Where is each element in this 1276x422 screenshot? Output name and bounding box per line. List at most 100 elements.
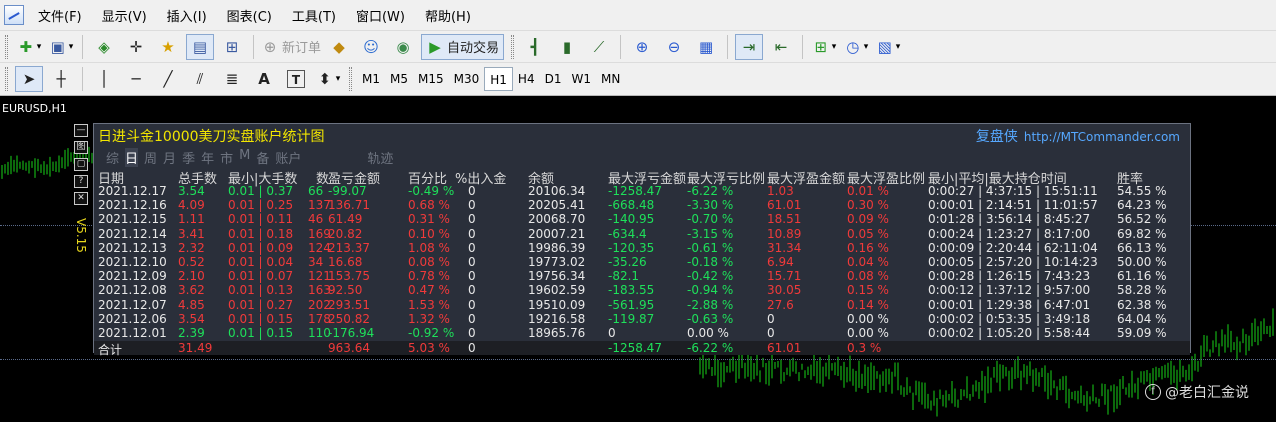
templates-button[interactable]: ▧ [874,34,902,60]
cell-pct: 1.53 % [408,297,450,312]
vertical-line-button[interactable]: │ [90,66,118,92]
tab-daily[interactable]: 日 [125,148,139,167]
indicators-button[interactable]: ⊞ [810,34,838,60]
toolbar-grip[interactable] [5,67,8,91]
cell-max-float-profit-pct: 0.01 % [847,184,889,198]
cell-balance: 20068.70 [528,212,586,227]
bar-chart-button[interactable]: ┫ [521,34,549,60]
cursor-button[interactable]: ➤ [15,66,43,92]
menu-tools[interactable]: 工具(T) [284,6,348,25]
tab-market[interactable]: 市 [220,148,233,167]
signals-button[interactable]: ☺ [357,34,385,60]
trendline-button[interactable]: ╱ [154,66,182,92]
new-order-button[interactable]: ⊕ 新订单 [261,34,321,60]
equidistant-channel-button[interactable]: ⫽ [186,66,214,92]
text-label-button[interactable]: T [282,66,310,92]
tile-windows-button[interactable]: ▦ [692,34,720,60]
tf-w1[interactable]: W1 [566,67,596,91]
tab-magic[interactable]: M [239,148,250,167]
cell-min-max: 0.01 | 0.18 [228,226,294,241]
menu-insert[interactable]: 插入(I) [159,6,219,25]
tab-monthly[interactable]: 月 [163,148,176,167]
tf-mn[interactable]: MN [596,67,625,91]
toolbar-separator [802,34,804,59]
cell-hold-time: 0:00:01 | 2:14:51 | 11:01:57 [928,198,1098,213]
line-chart-button[interactable]: ⟋ [585,34,613,60]
cell-max-float-profit: 0 [767,326,775,340]
cell-max-float-loss-pct: -6.22 % [687,184,734,198]
cell-max-float-profit: 27.6 [767,297,794,312]
cell-min-max: 0.01 | 0.07 [228,269,294,284]
tf-m5[interactable]: M5 [385,67,413,91]
arrows-button[interactable]: ⬍ [314,66,342,92]
cell-lots: 3.41 [178,226,205,241]
tf-m1[interactable]: M1 [357,67,385,91]
auto-trading-button[interactable]: ▶ 自动交易 [421,33,505,60]
minimize-icon[interactable]: — [74,124,88,137]
chart-shift-button[interactable]: ⇤ [767,34,795,60]
cell-balance: 20205.41 [528,198,586,213]
tf-h1[interactable]: H1 [484,67,513,91]
market-watch-button[interactable]: ◈ [90,34,118,60]
tf-m30[interactable]: M30 [449,67,485,91]
text-button[interactable]: A [250,66,278,92]
menu-charts[interactable]: 图表(C) [219,6,284,25]
close-icon[interactable]: ✕ [74,192,88,205]
tab-quarterly[interactable]: 季 [182,148,195,167]
tab-summary[interactable]: 综 [106,148,119,167]
tf-h4[interactable]: H4 [513,67,540,91]
strategy-tester-button[interactable]: ⊞ [218,34,246,60]
toolbar-grip[interactable] [5,34,8,59]
cell-balance: 19986.39 [528,240,586,255]
table-row: 2021.12.17 3.54 0.01 | 0.37 66 -99.07 -0.49 %… [94,184,1190,198]
menu-view[interactable]: 显示(V) [94,6,159,25]
brand-url[interactable]: http://MTCommander.com [1024,130,1180,144]
auto-scroll-button[interactable]: ⇥ [735,33,764,60]
tab-account[interactable]: 账户 [275,148,301,167]
zoom-out-button[interactable]: ⊖ [660,34,688,60]
market-button[interactable]: ◉ [389,34,417,60]
menu-window[interactable]: 窗口(W) [348,6,417,25]
tf-m15[interactable]: M15 [413,67,449,91]
crosshair-button[interactable]: ┼ [47,66,75,92]
metaeditor-button[interactable]: ◆ [325,34,353,60]
cell-count: 46 [308,212,324,227]
window-icon[interactable]: ▢ [74,158,88,171]
cell-inout: 0 [468,311,476,326]
periods-button[interactable]: ◷ [842,34,870,60]
candlestick-button[interactable]: ▮ [553,34,581,60]
navigator-button[interactable]: ★ [154,34,182,60]
data-window-button[interactable]: ✛ [122,34,150,60]
brand[interactable]: 复盘侠 http://MTCommander.com [976,126,1180,146]
watermark-text: @老白汇金说 [1165,385,1249,401]
terminal-icon: ▤ [192,37,208,56]
toolbar-grip[interactable] [349,67,352,91]
chart-icon[interactable]: 图 [74,141,88,154]
summary-row: 合计 31.49 963.64 5.03 % 0 -1258.47 -6.22 … [94,341,1190,357]
help-icon[interactable]: ? [74,175,88,188]
line-chart-icon: ⟋ [593,37,605,56]
zoom-in-button[interactable]: ⊕ [628,34,656,60]
horizontal-line-button[interactable]: ─ [122,66,150,92]
new-chart-button[interactable]: ✚ [15,34,43,60]
profiles-button[interactable]: ▣ [47,34,75,60]
arrows-icon: ⬍ [318,70,332,88]
tab-track[interactable]: 轨迹 [367,148,393,167]
tab-weekly[interactable]: 周 [144,148,157,167]
menu-file[interactable]: 文件(F) [30,6,94,25]
brand-name: 复盘侠 [975,129,1018,145]
cell-balance: 19602.59 [528,283,586,298]
cell-pnl: 20.82 [328,226,363,241]
terminal-button[interactable]: ▤ [186,33,214,60]
cell-max-float-loss-pct: -0.61 % [687,240,734,255]
tf-d1[interactable]: D1 [540,67,567,91]
toolbar-grip[interactable] [511,34,515,59]
app-icon[interactable] [4,5,24,25]
fibonacci-button[interactable]: ≣ [218,66,246,92]
menu-help[interactable]: 帮助(H) [417,6,483,25]
tab-yearly[interactable]: 年 [201,148,214,167]
new-order-icon: ⊕ [263,37,277,56]
table-row: 2021.12.07 4.85 0.01 | 0.27 202 293.51 1.53 %… [94,298,1190,312]
cell-hold-time: 0:00:27 | 4:37:15 | 15:51:11 [928,184,1098,198]
tab-notes[interactable]: 备 [256,148,269,167]
